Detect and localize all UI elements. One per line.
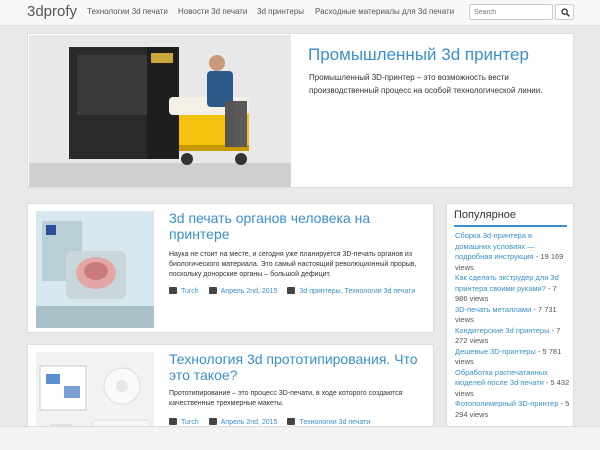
article-excerpt: Прототипирование – это процесс 3D-печати… — [169, 390, 403, 407]
article-categories[interactable]: 3d принтеры, Технологии 3d печати — [299, 288, 415, 295]
list-item: Обработка распечатанных моделей после 3d… — [455, 368, 570, 400]
folder-icon — [287, 287, 296, 294]
nav-link-news[interactable]: Новости 3d печати — [178, 7, 247, 16]
hero-card: Промышленный 3d принтер Промышленный 3D-… — [27, 33, 574, 188]
navbar: 3dprofy Технологии 3d печати Новости 3d … — [0, 0, 600, 26]
user-icon — [169, 287, 177, 294]
search-button[interactable] — [555, 4, 574, 20]
hero-image[interactable] — [29, 35, 291, 187]
list-item: Как сделать экструдер для 3d принтера св… — [455, 273, 570, 305]
article-excerpt: Наука не стоит на месте, и сегодня уже п… — [169, 251, 417, 278]
nav-link-materials[interactable]: Расходные материалы для 3d печати — [315, 7, 454, 16]
list-item: Фотополимерный 3D-принтер - 5 294 views — [455, 399, 570, 420]
popular-link[interactable]: Сборка 3d-принтера в домашних условиях —… — [455, 231, 535, 261]
nav-link-technologies[interactable]: Технологии 3d печати — [87, 7, 168, 16]
sidebar-title: Популярное — [454, 209, 517, 221]
list-item: Дешевые 3D-принтеры - 5 781 views — [455, 347, 570, 368]
article-title[interactable]: 3d печать органов человека на принтере — [169, 210, 424, 242]
popular-link[interactable]: Фотополимерный 3D-принтер — [455, 399, 559, 408]
nav-link-printers[interactable]: 3d принтеры — [257, 7, 304, 16]
hero-title[interactable]: Промышленный 3d принтер — [308, 45, 529, 65]
popular-sidebar: Популярное Сборка 3d-принтера в домашних… — [446, 203, 574, 450]
article-title[interactable]: Технология 3d прототипирования. Что это … — [169, 351, 424, 383]
article-author[interactable]: Turch — [181, 419, 199, 426]
calendar-icon — [208, 418, 217, 425]
article-meta: Turch Апрель 2nd, 2015 3d принтеры, Технол… — [169, 287, 429, 297]
horizontal-scrollbar[interactable] — [0, 426, 600, 450]
article-date[interactable]: Апрель 2nd, 2015 — [221, 288, 278, 295]
sidebar-divider — [454, 225, 567, 227]
popular-list: Сборка 3d-принтера в домашних условиях —… — [455, 231, 570, 420]
search-icon — [561, 8, 570, 17]
popular-link[interactable]: 3D-печать металлами — [455, 305, 531, 314]
list-item: Сборка 3d-принтера в домашних условиях —… — [455, 231, 570, 273]
user-icon — [169, 418, 177, 425]
calendar-icon — [208, 287, 217, 294]
popular-link[interactable]: Дешевые 3D-принтеры — [455, 347, 536, 356]
hero-text: Промышленный 3D-принтер – это возможност… — [309, 73, 543, 95]
list-item: Кондитерские 3d принтеры - 7 272 views — [455, 326, 570, 347]
article-date[interactable]: Апрель 2nd, 2015 — [221, 419, 278, 426]
popular-link[interactable]: Как сделать экструдер для 3d принтера св… — [455, 273, 559, 293]
article-image[interactable] — [36, 211, 154, 328]
folder-icon — [287, 418, 296, 425]
article-author[interactable]: Turch — [181, 288, 199, 295]
search-input[interactable] — [469, 4, 553, 20]
popular-link[interactable]: Обработка распечатанных моделей после 3d… — [455, 368, 548, 388]
brand-logo[interactable]: 3dprofy — [27, 3, 77, 20]
list-item: 3D-печать металлами - 7 731 views — [455, 305, 570, 326]
popular-link[interactable]: Кондитерские 3d принтеры — [455, 326, 550, 335]
article-card: 3d печать органов человека на принтере Н… — [27, 203, 434, 333]
article-categories[interactable]: Технологии 3d печати — [299, 419, 370, 426]
